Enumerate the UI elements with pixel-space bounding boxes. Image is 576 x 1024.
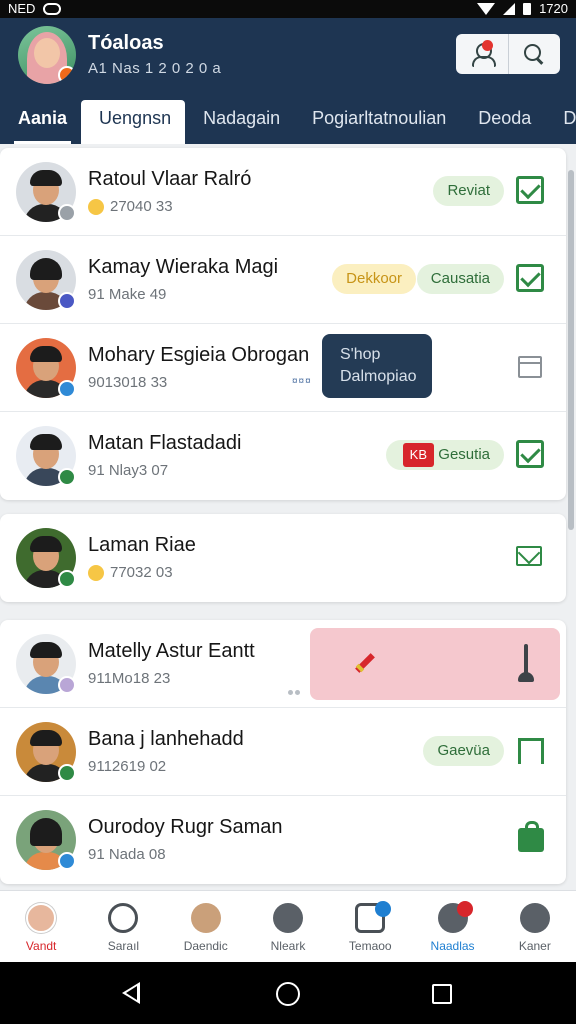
- clock: 1720: [539, 1, 568, 16]
- tag-chip[interactable]: Dekkoor: [332, 264, 416, 294]
- contact-meta: 91 Nlay3 07: [88, 462, 169, 479]
- contact-name: Mohary Esgieia Obrogan: [88, 344, 310, 366]
- page-subtitle: A1 Nas 1 2 0 2 0 a: [88, 60, 222, 77]
- checkbox-checked-icon[interactable]: [516, 440, 544, 468]
- scrollbar[interactable]: [568, 170, 574, 530]
- tab-uengnsn[interactable]: Uengnsn: [81, 100, 186, 144]
- chat-bubble-icon: [108, 903, 139, 933]
- contact-name: Laman Riae: [88, 534, 196, 556]
- contact-meta: 9013018 33: [88, 374, 168, 391]
- status-chip[interactable]: Reviat: [433, 176, 504, 206]
- contact-card-group: Ratoul Vlaar Ralró 27040 33 Reviat Kamay…: [0, 148, 566, 500]
- contact-row[interactable]: Mohary Esgieia Obrogan 9013018 33 ¤¤¤ S'…: [0, 324, 566, 412]
- status-badge: [58, 66, 76, 84]
- contact-row[interactable]: Ratoul Vlaar Ralró 27040 33 Reviat: [0, 148, 566, 236]
- tab-aania[interactable]: Aania: [0, 100, 81, 144]
- verified-badge: [58, 468, 76, 486]
- recents-icon[interactable]: [432, 984, 452, 1004]
- lock-icon[interactable]: [518, 821, 544, 852]
- back-icon[interactable]: [122, 982, 140, 1004]
- verified-badge: [58, 380, 76, 398]
- contact-meta: 911Mo18 23: [88, 670, 171, 687]
- header-actions: [456, 34, 560, 74]
- contact-name: Matan Flastadadi: [88, 432, 242, 454]
- contact-row[interactable]: Kamay Wieraka Magi 91 Make 49 Dekkoor Ca…: [0, 236, 566, 324]
- avatar-icon: [26, 903, 57, 933]
- verified-badge: [58, 852, 76, 870]
- label-badge: KB: [402, 443, 434, 467]
- contact-meta: 77032 03: [88, 564, 173, 581]
- nav-item-temaoo[interactable]: Temaoo: [329, 891, 411, 962]
- status-bar: NED 1720: [0, 0, 576, 18]
- contact-meta: 27040 33: [88, 198, 173, 215]
- nav-item-daendic[interactable]: Daendic: [165, 891, 247, 962]
- profile-avatar[interactable]: [18, 26, 76, 84]
- contact-name: Bana j lanhehadd: [88, 728, 244, 750]
- nav-item-nleark[interactable]: Nleark: [247, 891, 329, 962]
- wifi-icon: [477, 2, 496, 15]
- bottom-nav: Vandt Saraıl Daendic Nleark Temaoo Naadl…: [0, 890, 576, 962]
- contact-card-group: Laman Riae 77032 03: [0, 514, 566, 602]
- emoji-icon: [88, 198, 104, 215]
- gamepad-icon: [43, 2, 62, 15]
- signal-icon: [503, 2, 516, 15]
- verified-badge: [58, 292, 76, 310]
- app-header: Tóaloas A1 Nas 1 2 0 2 0 a Aania Uengnsn…: [0, 18, 576, 144]
- contact-card-group: Matelly Astur Eantt 911Mo18 23 Bana j la…: [0, 620, 566, 884]
- swipe-action-panel[interactable]: [310, 628, 560, 700]
- search-button[interactable]: [509, 34, 561, 74]
- search-icon: [524, 44, 544, 64]
- tooltip-anchor: ¤¤¤: [292, 376, 312, 387]
- status-chip[interactable]: Gaevüa: [423, 736, 504, 766]
- contact-name: Ratoul Vlaar Ralró: [88, 168, 252, 190]
- tab-dati[interactable]: Dati: [545, 100, 576, 144]
- checkbox-checked-icon[interactable]: [516, 176, 544, 204]
- window-icon[interactable]: [518, 356, 542, 378]
- presence-badge: [58, 676, 76, 694]
- tab-bar: Aania Uengnsn Nadagain Pogiarltatnoulian…: [0, 100, 576, 144]
- person-icon: [519, 903, 550, 933]
- checkbox-icon[interactable]: [518, 738, 544, 764]
- mail-icon[interactable]: [516, 546, 542, 566]
- contact-row[interactable]: Bana j lanhehadd 9112619 02 Gaevüa: [0, 708, 566, 796]
- contact-row[interactable]: Laman Riae 77032 03: [0, 514, 566, 602]
- verified-badge: [58, 764, 76, 782]
- contact-meta: 9112619 02: [88, 758, 167, 775]
- carrier-text: NED: [8, 1, 36, 16]
- system-nav-bar: [0, 962, 576, 1024]
- nav-item-naadlas[interactable]: Naadlas: [411, 891, 493, 962]
- nav-item-kaner[interactable]: Kaner: [494, 891, 576, 962]
- status-chip[interactable]: Causatia: [416, 264, 504, 294]
- notification-dot: [482, 40, 493, 51]
- contact-row[interactable]: Matan Flastadadi 91 Nlay3 07 Gesutia KB: [0, 412, 566, 500]
- contact-row[interactable]: Ourodoy Rugr Saman 91 Nada 08: [0, 796, 566, 884]
- tab-nadagain[interactable]: Nadagain: [185, 100, 294, 144]
- emoji-icon: [88, 564, 104, 581]
- contacts-button[interactable]: [456, 34, 509, 74]
- mic-stand-icon[interactable]: [518, 644, 534, 684]
- page-title: Tóaloas: [88, 32, 164, 54]
- nav-item-sarail[interactable]: Saraıl: [82, 891, 164, 962]
- verified-badge: [58, 570, 76, 588]
- notification-badge: [457, 901, 474, 917]
- contact-meta: 91 Make 49: [88, 286, 167, 303]
- checkbox-checked-icon[interactable]: [516, 264, 544, 292]
- battery-icon: [523, 2, 532, 15]
- typing-indicator: [288, 682, 312, 695]
- tab-deoda[interactable]: Deoda: [460, 100, 545, 144]
- notification-badge: [375, 901, 392, 917]
- check-circle-icon: [272, 903, 303, 933]
- contact-name: Ourodoy Rugr Saman: [88, 816, 283, 838]
- contact-row[interactable]: Matelly Astur Eantt 911Mo18 23: [0, 620, 566, 708]
- pin-icon[interactable]: [354, 652, 376, 674]
- contact-photo-icon: [190, 903, 221, 933]
- contact-meta: 91 Nada 08: [88, 846, 166, 863]
- home-icon[interactable]: [276, 982, 300, 1006]
- nav-item-vandt[interactable]: Vandt: [0, 891, 82, 962]
- tooltip: S'hop Dalmopiao: [322, 334, 432, 398]
- contact-name: Kamay Wieraka Magi: [88, 256, 279, 278]
- tab-pogiarltatnoulian[interactable]: Pogiarltatnoulian: [294, 100, 460, 144]
- contact-name: Matelly Astur Eantt: [88, 640, 255, 662]
- presence-badge: [58, 204, 76, 222]
